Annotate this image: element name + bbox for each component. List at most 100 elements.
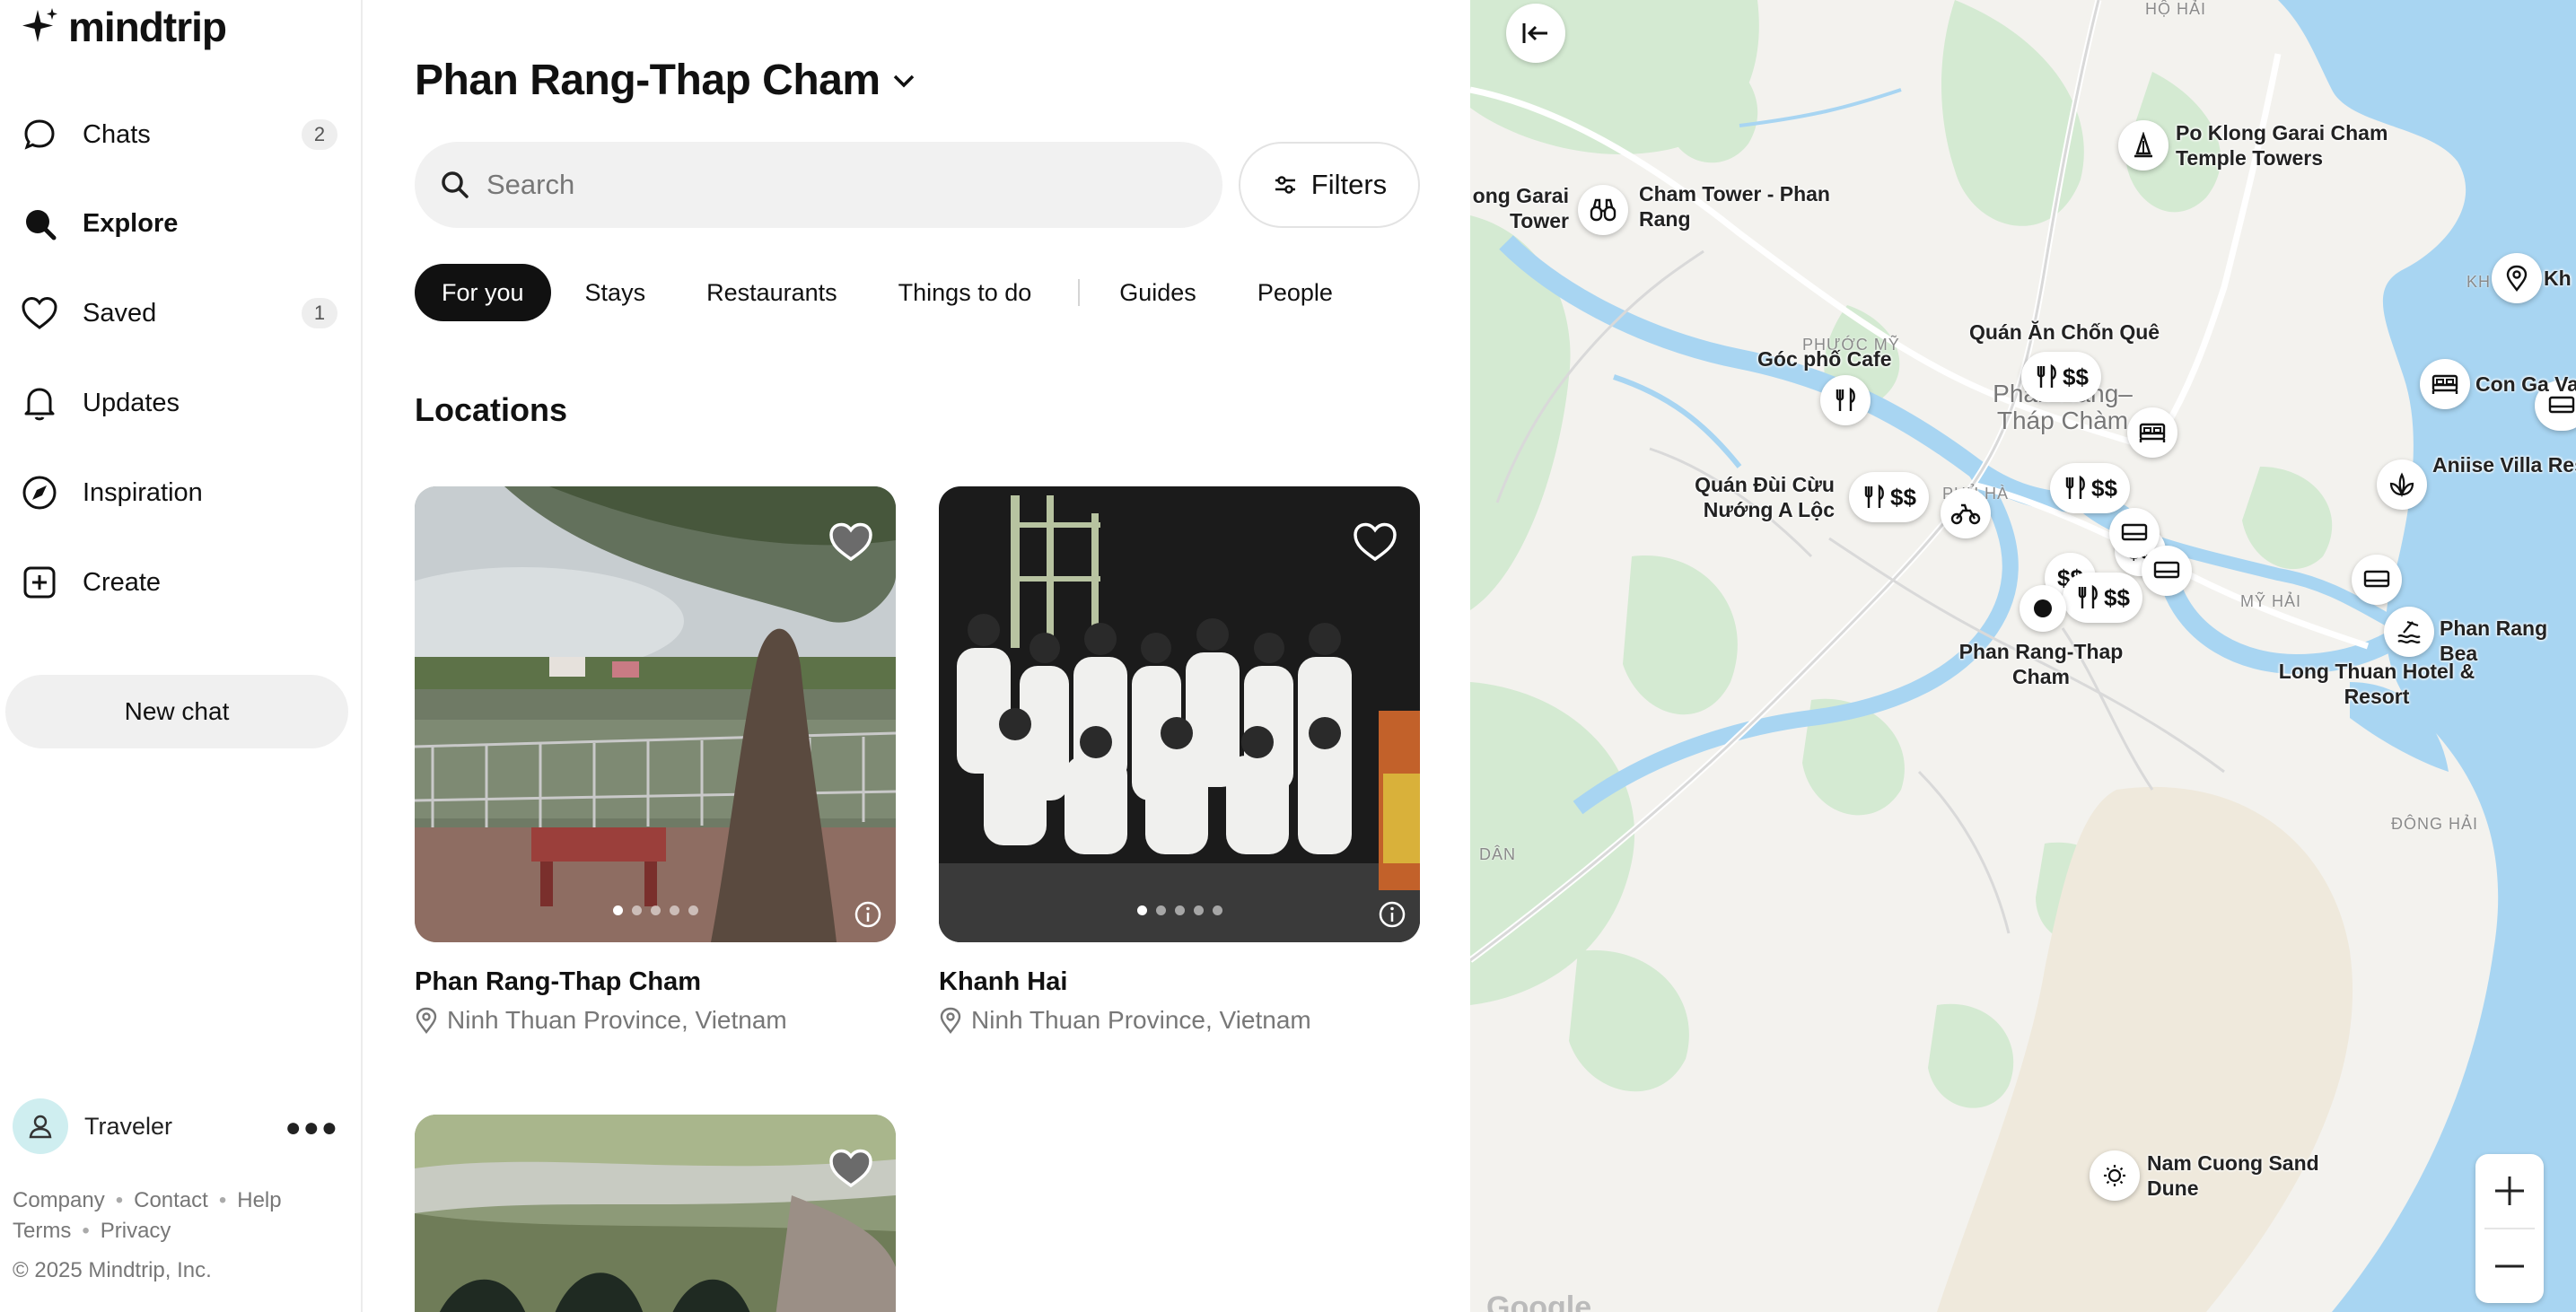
google-watermark: Google <box>1486 1290 1592 1312</box>
sidebar-item-chats[interactable]: Chats 2 <box>18 103 337 166</box>
tab-stays[interactable]: Stays <box>558 264 673 321</box>
location-pin-icon <box>940 1007 961 1034</box>
footer-link-company[interactable]: Company <box>13 1188 105 1213</box>
search-input[interactable] <box>486 169 1169 201</box>
separator-dot: • <box>115 1188 124 1212</box>
map-label-quan-an[interactable]: Quán Ăn Chốn Quê <box>1969 319 2185 345</box>
location-pin-icon <box>416 1007 437 1034</box>
map-label-goc-pho[interactable]: Góc phố Cafe <box>1757 346 1910 372</box>
map-pin-attraction[interactable] <box>1578 185 1628 235</box>
map-label-con-ga[interactable]: Con Ga Va <box>2475 372 2576 397</box>
collapse-map-button[interactable] <box>1506 4 1565 63</box>
more-options-icon[interactable]: ●●● <box>285 1113 339 1143</box>
user-icon <box>29 1115 52 1139</box>
filters-button[interactable]: Filters <box>1239 142 1420 228</box>
sidebar-item-inspiration[interactable]: Inspiration <box>18 461 337 524</box>
bed-icon <box>2363 570 2390 588</box>
map-panel[interactable]: HỘ HẢI PHƯỚC MỸ PHỦ HÀ MỸ HẢI ĐÔNG HẢI D… <box>1470 0 2576 1312</box>
new-chat-button[interactable]: New chat <box>5 675 348 748</box>
destination-selector[interactable]: Phan Rang-Thap Cham <box>415 56 916 105</box>
map-area-label: MỸ HẢI <box>2240 592 2302 610</box>
footer-links-row: Terms • Privacy <box>13 1219 171 1244</box>
map-label-quan-dui[interactable]: Quán Đùi Cừu Nướng A Lộc <box>1623 472 1835 522</box>
map-pin-restaurant[interactable]: $$ <box>2021 352 2101 402</box>
map-pin-hotel[interactable] <box>2420 359 2470 409</box>
sliders-icon <box>1275 176 1295 194</box>
fork-knife-icon <box>2037 363 2056 388</box>
chat-bubble-icon <box>18 113 61 156</box>
zoom-in-button[interactable] <box>2475 1154 2544 1228</box>
save-heart-icon[interactable] <box>828 1147 874 1190</box>
user-menu[interactable]: Traveler ●●● <box>13 1097 339 1156</box>
collapse-arrow-icon <box>1522 23 1547 43</box>
sidebar-item-label: Chats <box>83 119 151 149</box>
temple-icon <box>2134 132 2152 158</box>
card-photo[interactable] <box>939 486 1420 942</box>
save-heart-icon[interactable] <box>828 520 874 564</box>
map-label-nam-cuong[interactable]: Nam Cuong Sand Dune <box>2147 1150 2326 1201</box>
map-pin-hotel[interactable] <box>2352 555 2402 605</box>
map-area-label: DÂN <box>1479 845 1517 863</box>
map-label-long-thuan[interactable]: Long Thuan Hotel & Resort <box>2278 659 2475 709</box>
sidebar-item-create[interactable]: Create <box>18 551 337 614</box>
map-label-ong-garai[interactable]: ong Garai Tower <box>1470 183 1569 233</box>
price-level: $$ <box>2063 363 2089 390</box>
location-card[interactable]: Khanh Hai Ninh Thuan Province, Vietnam <box>939 486 1420 1035</box>
sidebar-item-explore[interactable]: Explore <box>18 192 337 255</box>
footer-link-contact[interactable]: Contact <box>134 1188 208 1213</box>
map-pin-temple[interactable] <box>2118 120 2169 171</box>
map-pin-dune[interactable] <box>2090 1150 2140 1201</box>
photo-pagination <box>939 905 1420 915</box>
map-label-aniise[interactable]: Aniise Villa Res <box>2432 452 2576 477</box>
info-icon[interactable] <box>1377 899 1407 930</box>
map-pin-beach[interactable] <box>2384 607 2434 657</box>
zoom-out-button[interactable] <box>2475 1229 2544 1303</box>
plus-icon <box>2495 1176 2524 1205</box>
tab-restaurants[interactable]: Restaurants <box>679 264 864 321</box>
tab-guides[interactable]: Guides <box>1092 264 1223 321</box>
map-pin-restaurant[interactable]: $$ <box>1849 472 1929 522</box>
card-photo[interactable] <box>415 1115 896 1312</box>
footer-link-terms[interactable]: Terms <box>13 1219 71 1244</box>
sidebar-item-saved[interactable]: Saved 1 <box>18 282 337 345</box>
map-pin-resort[interactable] <box>2377 459 2427 510</box>
footer-link-help[interactable]: Help <box>237 1188 281 1213</box>
location-card[interactable]: Phan Rang-Thap Cham Ninh Thuan Province,… <box>415 486 896 1035</box>
map-pin-restaurant[interactable]: $$ <box>2050 463 2130 513</box>
tab-people[interactable]: People <box>1231 264 1360 321</box>
map-label-kh[interactable]: Kh <box>2544 266 2576 291</box>
map-label-po-klong[interactable]: Po Klong Garai Cham Temple Towers <box>2176 120 2409 171</box>
card-photo[interactable] <box>415 486 896 942</box>
map-pin-restaurant[interactable]: $$ <box>2063 573 2142 623</box>
map-pin-selected-city[interactable] <box>2020 585 2066 632</box>
search-bar[interactable] <box>415 142 1222 228</box>
beach-icon <box>2397 620 2421 643</box>
spa-lotus-icon <box>2389 472 2414 498</box>
sidebar-item-updates[interactable]: Updates <box>18 372 337 434</box>
app-name: mindtrip <box>68 4 227 50</box>
avatar[interactable] <box>13 1098 68 1154</box>
map-pin-hotel[interactable] <box>2127 407 2177 458</box>
save-heart-icon[interactable] <box>1352 520 1398 564</box>
map-pin-cafe[interactable] <box>1820 375 1871 425</box>
map-label-phan-rang-thap-cham[interactable]: Phan Rang-Thap Cham <box>1951 639 2131 689</box>
sidebar-item-label: Explore <box>83 208 179 238</box>
saved-count-badge: 1 <box>302 298 337 328</box>
card-title[interactable]: Phan Rang-Thap Cham <box>415 967 896 997</box>
tab-for-you[interactable]: For you <box>415 264 551 321</box>
map-pin-hotel[interactable] <box>2142 546 2192 596</box>
location-card[interactable] <box>415 1115 896 1312</box>
info-icon[interactable] <box>853 899 883 930</box>
map-area-label: ĐÔNG HẢI <box>2391 815 2479 833</box>
map-pin-place[interactable] <box>2492 253 2542 303</box>
fork-knife-icon <box>1836 387 1855 411</box>
price-level: $$ <box>2091 474 2117 502</box>
app-logo[interactable]: mindtrip <box>18 2 227 52</box>
map-pin-activity[interactable] <box>1941 488 1991 538</box>
price-level: $$ <box>1890 483 1916 511</box>
tab-things-to-do[interactable]: Things to do <box>872 264 1059 321</box>
map-label-cham-tower[interactable]: Cham Tower - Phan Rang <box>1639 181 1836 232</box>
footer-link-privacy[interactable]: Privacy <box>101 1219 171 1244</box>
card-title[interactable]: Khanh Hai <box>939 967 1420 997</box>
sparkle-logo-icon <box>22 8 57 42</box>
